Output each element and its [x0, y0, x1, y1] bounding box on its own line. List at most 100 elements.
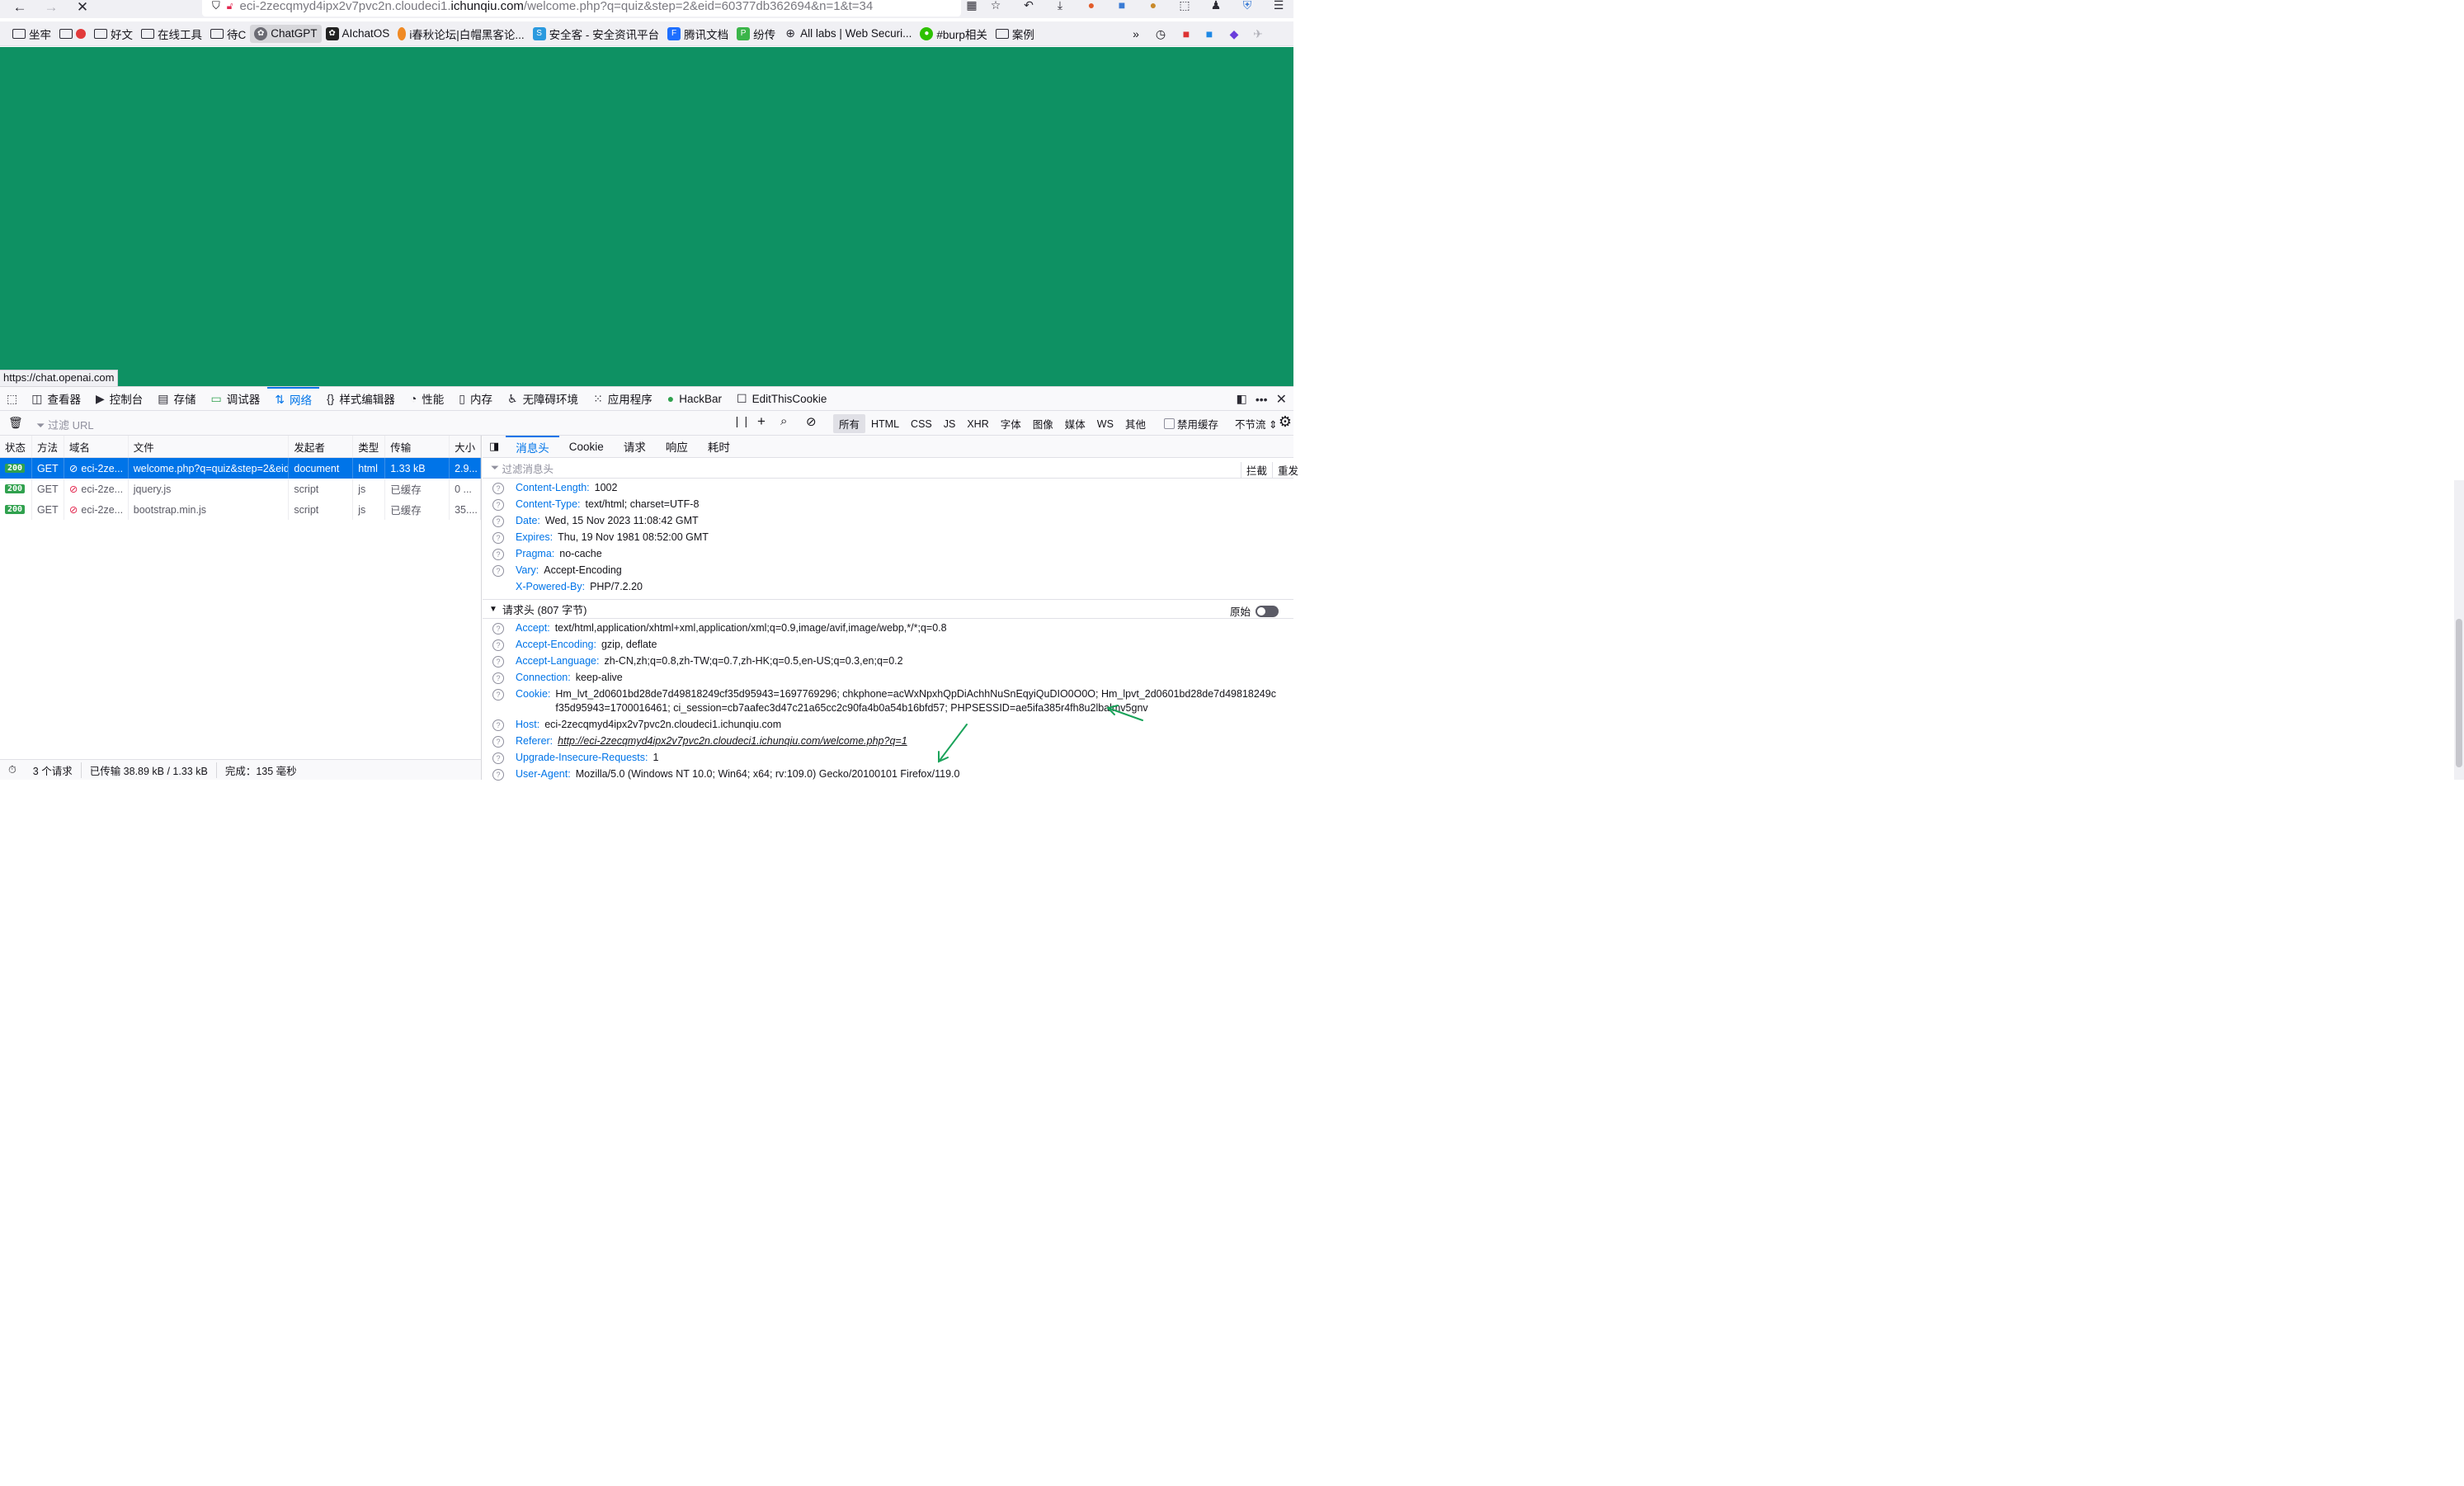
tab-performance[interactable]: ◔ 性能: [403, 387, 451, 411]
table-row[interactable]: 200 GET ⊘ eci-2ze... jquery.js script js …: [0, 479, 482, 499]
raw-toggle[interactable]: 原始: [1230, 603, 1279, 619]
dock-toggle-icon[interactable]: ◧: [1237, 392, 1247, 406]
table-row[interactable]: 200 GET ⊘ eci-2ze... welcome.php?q=quiz&s…: [0, 458, 482, 479]
filter-js[interactable]: JS: [938, 417, 962, 432]
cookie-icon[interactable]: ●: [1145, 0, 1161, 13]
help-icon[interactable]: ?: [492, 516, 504, 527]
url-bar[interactable]: ⛉ 🔓︎ eci-2zecqmyd4ipx2v7pvc2n.cloudeci1.…: [202, 0, 961, 17]
toggle-sidebar-icon[interactable]: ◨: [483, 440, 506, 453]
bookmark-item[interactable]: 案例: [992, 23, 1039, 45]
help-icon[interactable]: ?: [492, 532, 504, 544]
help-icon[interactable]: ?: [492, 736, 504, 748]
help-icon[interactable]: ?: [492, 769, 504, 781]
column-domain[interactable]: 域名: [64, 436, 129, 457]
bookmark-item[interactable]: 好文: [90, 23, 137, 45]
column-transferred[interactable]: 传输: [385, 436, 450, 457]
stop-button[interactable]: ✕: [73, 0, 92, 17]
tab-timings[interactable]: 耗时: [698, 436, 740, 457]
extension-proxy-icon[interactable]: ■: [1114, 0, 1130, 13]
chevron-right-icon[interactable]: »: [1128, 25, 1144, 43]
gear-icon[interactable]: ⚙: [1279, 413, 1292, 431]
filter-xhr[interactable]: XHR: [961, 417, 994, 432]
help-icon[interactable]: ?: [492, 672, 504, 684]
filter-headers-input[interactable]: ⏷ 过滤消息头 拦截 重发: [483, 458, 1298, 479]
security-extension-icon[interactable]: ⛨: [1239, 0, 1256, 13]
trash-icon[interactable]: 🗑︎: [8, 416, 23, 430]
extension-purple-icon[interactable]: ◆: [1226, 25, 1242, 43]
block-icon[interactable]: ⊘: [806, 414, 817, 429]
help-icon[interactable]: ?: [492, 719, 504, 731]
bookmark-item[interactable]: 待C: [206, 23, 250, 45]
forward-button[interactable]: →: [41, 0, 61, 17]
disable-cache-checkbox[interactable]: 禁用缓存: [1158, 414, 1224, 433]
tab-hackbar[interactable]: ● HackBar: [660, 387, 729, 411]
referer-link[interactable]: http://eci-2zecqmyd4ipx2v7pvc2n.cloudeci…: [558, 734, 907, 748]
bookmark-item[interactable]: F 腾讯文档: [663, 23, 733, 45]
bookmark-item[interactable]: ✿ ChatGPT: [250, 24, 322, 43]
request-headers-section[interactable]: ▼ 请求头 (807 字节) 原始: [483, 599, 1293, 619]
tab-application[interactable]: ⁙ 应用程序: [586, 387, 660, 411]
filter-fonts[interactable]: 字体: [995, 414, 1027, 433]
help-icon[interactable]: ?: [492, 565, 504, 577]
help-icon[interactable]: ?: [492, 623, 504, 634]
pause-icon[interactable]: ❘❘: [733, 415, 751, 428]
column-status[interactable]: 状态: [0, 436, 32, 457]
help-icon[interactable]: ?: [492, 483, 504, 494]
plus-icon[interactable]: +: [757, 413, 766, 430]
resend-button[interactable]: 重发: [1271, 462, 1298, 478]
tab-debugger[interactable]: ▭ 调试器: [203, 387, 267, 411]
throttle-select[interactable]: 不节流 ⇕: [1229, 414, 1283, 433]
tab-headers[interactable]: 消息头: [506, 436, 559, 457]
bookmark-item[interactable]: 在线工具: [137, 23, 206, 45]
bookmark-item[interactable]: ⊕ All labs | Web Securi...: [780, 25, 916, 43]
search-icon[interactable]: ⌕: [780, 414, 787, 428]
help-icon[interactable]: ?: [492, 639, 504, 651]
tab-response[interactable]: 响应: [656, 436, 698, 457]
bookmark-item[interactable]: ✿ AIchatOS: [322, 25, 394, 43]
bookmark-item[interactable]: 坐牢: [8, 23, 55, 45]
help-icon[interactable]: ?: [492, 689, 504, 701]
bookmark-item[interactable]: S 安全客 - 安全资讯平台: [529, 23, 664, 45]
clock-icon[interactable]: ◷: [1152, 25, 1169, 43]
download-icon[interactable]: ⤓: [1052, 0, 1068, 13]
bookmark-item[interactable]: i春秋论坛|白帽黑客论...: [393, 23, 528, 45]
tab-style-editor[interactable]: {} 样式编辑器: [319, 387, 403, 411]
element-picker-button[interactable]: ⬚: [0, 387, 24, 411]
bookmark-star-icon[interactable]: ☆: [987, 0, 1004, 13]
table-row[interactable]: 200 GET ⊘ eci-2ze... bootstrap.min.js scr…: [0, 499, 482, 520]
tab-console[interactable]: ▶ 控制台: [88, 387, 150, 411]
filter-css[interactable]: CSS: [905, 417, 938, 432]
scrollbar-thumb[interactable]: [2456, 619, 2462, 767]
tab-memory[interactable]: ▯ 内存: [451, 387, 500, 411]
filter-url-input[interactable]: ⏷ 过滤 URL: [36, 417, 94, 432]
help-icon[interactable]: ?: [492, 549, 504, 560]
block-button[interactable]: 拦截: [1240, 462, 1267, 478]
back-button[interactable]: ←: [10, 0, 30, 17]
filter-other[interactable]: 其他: [1119, 414, 1152, 433]
filter-ws[interactable]: WS: [1091, 417, 1119, 432]
filter-media[interactable]: 媒体: [1059, 414, 1091, 433]
extension-red-icon[interactable]: ■: [1178, 25, 1194, 43]
column-initiator[interactable]: 发起者: [289, 436, 354, 457]
tab-editthiscookie[interactable]: ☐ EditThisCookie: [729, 387, 834, 411]
bookmark-item[interactable]: P 纷传: [733, 23, 780, 45]
filter-all[interactable]: 所有: [833, 414, 866, 433]
account-icon[interactable]: ♟: [1208, 0, 1224, 13]
tab-network[interactable]: ⇅ 网络: [267, 386, 319, 411]
filter-images[interactable]: 图像: [1027, 414, 1059, 433]
undo-icon[interactable]: ↶: [1020, 0, 1037, 13]
tab-cookie[interactable]: Cookie: [559, 436, 614, 457]
tab-storage[interactable]: ▤ 存储: [150, 387, 203, 411]
help-icon[interactable]: ?: [492, 499, 504, 511]
column-file[interactable]: 文件: [129, 436, 290, 457]
more-options-icon[interactable]: •••: [1256, 393, 1268, 406]
column-method[interactable]: 方法: [32, 436, 64, 457]
column-type[interactable]: 类型: [353, 436, 386, 457]
extension-blocker-icon[interactable]: ●: [1083, 0, 1100, 13]
filter-html[interactable]: HTML: [865, 417, 905, 432]
tab-inspector[interactable]: ◫ 查看器: [24, 387, 88, 411]
extension-grey-icon[interactable]: ✈: [1250, 25, 1266, 43]
column-size[interactable]: 大小: [450, 436, 482, 457]
extension-icon[interactable]: ⬚: [1176, 0, 1193, 13]
qr-code-icon[interactable]: ▦: [963, 0, 980, 13]
